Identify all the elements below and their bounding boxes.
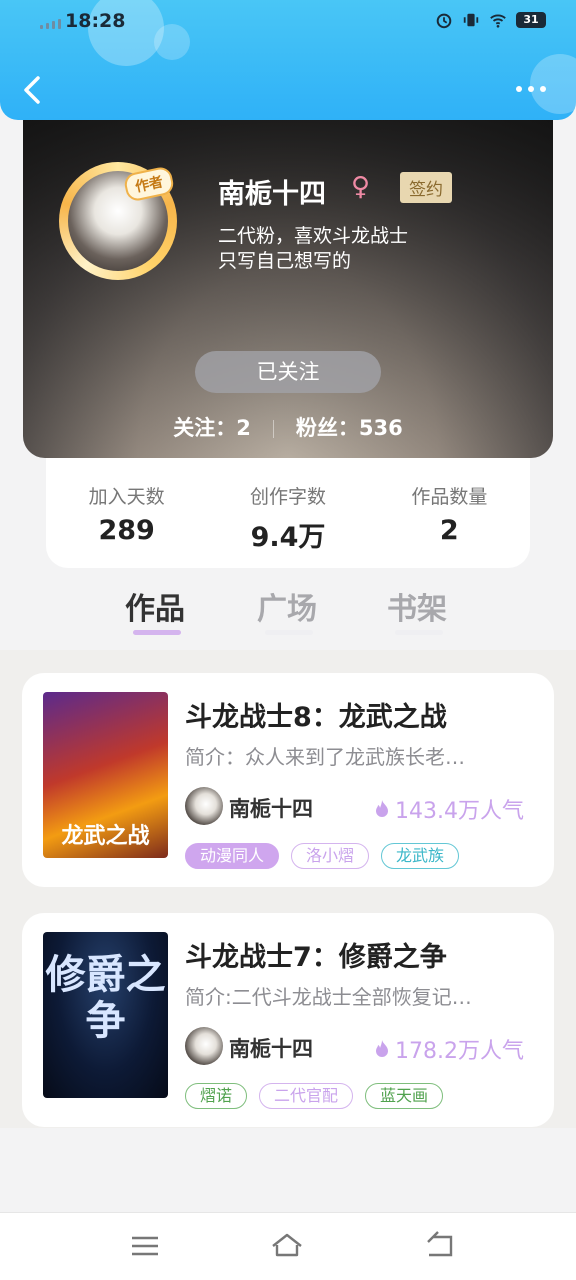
flame-icon [376, 800, 389, 817]
menu-icon[interactable] [128, 1231, 162, 1261]
signal-icon [40, 19, 61, 29]
book-title[interactable]: 斗龙战士8：龙武之战 [185, 695, 447, 734]
fans-stat[interactable]: 粉丝：536 [296, 416, 403, 440]
tag[interactable]: 蓝天画 [365, 1083, 444, 1109]
book-title[interactable]: 斗龙战士7：修爵之争 [185, 935, 447, 974]
tag-list: 熠诺 二代官配 蓝天画 [185, 1083, 444, 1109]
tag[interactable]: 洛小熠 [291, 843, 370, 869]
vibrate-icon [463, 13, 479, 27]
tag[interactable]: 二代官配 [259, 1083, 354, 1109]
tab-indicator [395, 630, 443, 635]
flame-icon [376, 1040, 389, 1057]
stats-panel: 加入天数 289 创作字数 9.4万 作品数量 2 [46, 458, 530, 568]
tab-indicator [133, 630, 181, 635]
content-tabs: 作品 广场 书架 [0, 578, 576, 648]
stat-join-days: 加入天数 289 [88, 486, 165, 546]
profile-card: 作者 南栀十四 ♀ 签约 二代粉，喜欢斗龙战士 只写自己想写的 已关注 关注：2… [23, 120, 553, 458]
tag-list: 动漫同人 洛小熠 龙武族 [185, 843, 460, 869]
author-name: 南栀十四 [229, 797, 313, 821]
stat-work-count: 作品数量 2 [411, 486, 488, 546]
profile-bio: 二代粉，喜欢斗龙战士 只写自己想写的 [218, 224, 408, 274]
bio-line: 二代粉，喜欢斗龙战士 [218, 225, 409, 247]
profile-name: 南栀十四 [218, 179, 326, 210]
wifi-icon [490, 14, 506, 28]
female-icon: ♀ [351, 172, 371, 202]
bio-line: 只写自己想写的 [218, 250, 352, 272]
follow-counts: 关注：2 粉丝：536 [23, 412, 553, 442]
author-avatar [185, 1027, 223, 1065]
author-avatar [185, 787, 223, 825]
tag[interactable]: 动漫同人 [185, 843, 280, 869]
back-button[interactable] [18, 72, 48, 108]
popularity: 143.4万人气 [373, 793, 524, 825]
book-card[interactable]: 修爵之争 斗龙战士7：修爵之争 简介:二代斗龙战士全部恢复记… 南栀十四 178… [22, 913, 554, 1127]
more-options-button[interactable] [516, 80, 552, 98]
battery-icon: 31 [516, 12, 546, 28]
tag[interactable]: 龙武族 [381, 843, 460, 869]
book-intro: 简介:二代斗龙战士全部恢复记… [185, 985, 472, 1009]
cover-title: 龙武之战 [61, 824, 150, 849]
book-intro: 简介：众人来到了龙武族长老… [185, 745, 465, 769]
signed-badge: 签约 [400, 172, 452, 203]
status-time: 18:28 [65, 10, 126, 32]
following-stat[interactable]: 关注：2 [173, 416, 251, 440]
system-nav-bar [0, 1212, 576, 1280]
alarm-icon [436, 13, 452, 29]
author-name: 南栀十四 [229, 1037, 313, 1061]
book-card[interactable]: 龙武之战 斗龙战士8：龙武之战 简介：众人来到了龙武族长老… 南栀十四 143.… [22, 673, 554, 887]
tab-works[interactable]: 作品 [125, 584, 185, 628]
status-bar: 18:28 31 [0, 0, 576, 44]
tab-indicator [265, 630, 313, 635]
back-nav-icon[interactable] [423, 1231, 457, 1261]
cover-title: 修爵之争 [45, 952, 166, 1044]
book-cover[interactable]: 修爵之争 [43, 932, 168, 1098]
home-icon[interactable] [270, 1231, 304, 1261]
book-cover[interactable]: 龙武之战 [43, 692, 168, 858]
popularity: 178.2万人气 [373, 1033, 524, 1065]
tab-bookshelf[interactable]: 书架 [387, 584, 447, 628]
stat-word-count: 创作字数 9.4万 [249, 486, 326, 553]
tag[interactable]: 熠诺 [185, 1083, 248, 1109]
divider [272, 420, 274, 438]
follow-button[interactable]: 已关注 [195, 351, 381, 393]
avatar[interactable]: 作者 [59, 162, 177, 280]
top-header: 18:28 31 [0, 0, 576, 120]
tab-square[interactable]: 广场 [257, 584, 317, 628]
